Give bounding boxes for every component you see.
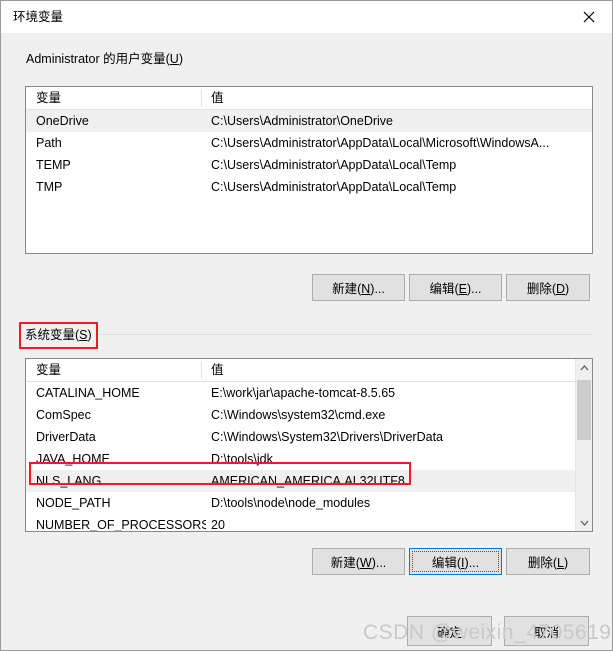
system-new-button-accel: W	[359, 556, 372, 570]
system-new-button-suffix: )...	[371, 556, 387, 570]
user-col-header-variable: 变量	[36, 91, 62, 105]
system-col-divider	[201, 361, 202, 379]
chevron-down-icon[interactable]	[576, 514, 592, 531]
close-icon[interactable]	[566, 1, 612, 32]
environment-variables-dialog: 环境变量 Administrator 的用户变量(U) 变量 值 OneDriv…	[0, 0, 613, 651]
user-variables-list[interactable]: 变量 值 OneDrive C:\Users\Administrator\OneD…	[25, 86, 593, 254]
table-row[interactable]: ComSpec C:\Windows\system32\cmd.exe	[26, 404, 577, 426]
variable-value-cell: E:\work\jar\apache-tomcat-8.5.65	[211, 386, 396, 400]
user-new-button-label: 新建(	[332, 282, 362, 296]
table-row[interactable]: CATALINA_HOME E:\work\jar\apache-tomcat-8…	[26, 382, 577, 404]
user-col-header-value: 值	[211, 91, 224, 105]
variable-name-cell: OneDrive	[36, 114, 89, 128]
system-variables-list[interactable]: 变量 值 CATALINA_HOME E:\work\jar\apache-tom…	[25, 358, 593, 532]
system-new-button-label: 新建(	[330, 556, 360, 570]
user-delete-button-accel: D	[555, 282, 566, 296]
variable-value-cell: C:\Windows\System32\Drivers\DriverData	[211, 430, 443, 444]
system-variables-group-label-text: 系统变量(	[25, 328, 80, 342]
window-title: 环境变量	[13, 10, 64, 24]
variable-value-cell: C:\Users\Administrator\OneDrive	[211, 114, 393, 128]
system-delete-button-label: 删除(	[527, 556, 558, 570]
table-row[interactable]: DriverData C:\Windows\System32\Drivers\Dr…	[26, 426, 577, 448]
system-variables-group-accel: S	[79, 328, 88, 342]
system-edit-button[interactable]: 编辑(I)...	[409, 548, 502, 575]
variable-name-cell: TEMP	[36, 158, 71, 172]
user-edit-button-label: 编辑(	[429, 282, 459, 296]
user-new-button-suffix: )...	[370, 282, 385, 296]
user-delete-button-label: 删除(	[526, 282, 556, 296]
system-variables-rows: CATALINA_HOME E:\work\jar\apache-tomcat-8…	[26, 382, 577, 532]
user-col-divider	[201, 89, 202, 107]
system-delete-button[interactable]: 删除(L)	[506, 548, 590, 575]
table-row[interactable]: TMP C:\Users\Administrator\AppData\Local\…	[26, 176, 592, 198]
user-variables-group-label: Administrator 的用户变量(U)	[23, 51, 186, 67]
watermark: CSDN @weixin_47056195	[363, 621, 613, 644]
chevron-up-icon[interactable]	[576, 359, 592, 376]
system-variables-scrollbar[interactable]	[575, 359, 592, 531]
variable-name-cell: Path	[36, 136, 62, 150]
user-edit-button[interactable]: 编辑(E)...	[409, 274, 502, 301]
table-row[interactable]: Path C:\Users\Administrator\AppData\Local…	[26, 132, 592, 154]
system-new-button[interactable]: 新建(W)...	[312, 548, 405, 575]
title-bar: 环境变量	[1, 1, 612, 33]
variable-value-cell: D:\tools\node\node_modules	[211, 496, 371, 510]
system-delete-button-suffix: )	[563, 556, 569, 570]
user-edit-button-accel: E	[458, 282, 467, 296]
dialog-body: Administrator 的用户变量(U) 变量 值 OneDrive C:\U…	[1, 33, 612, 650]
user-variables-group-label-text: Administrator 的用户变量(	[26, 52, 170, 66]
table-row[interactable]: NUMBER_OF_PROCESSORS 20	[26, 514, 577, 532]
table-row[interactable]: TEMP C:\Users\Administrator\AppData\Local…	[26, 154, 592, 176]
user-edit-button-suffix: )...	[466, 282, 482, 296]
variable-name-cell: ComSpec	[36, 408, 91, 422]
system-group-frame-line	[101, 334, 593, 335]
user-new-button[interactable]: 新建(N)...	[312, 274, 405, 301]
variable-value-cell: AMERICAN_AMERICA.AL32UTF8	[211, 474, 405, 488]
variable-name-cell: NUMBER_OF_PROCESSORS	[36, 518, 206, 532]
variable-name-cell: NLS_LANG	[36, 474, 102, 488]
user-variables-group-accel: U	[169, 52, 179, 66]
system-edit-button-suffix: )...	[464, 556, 480, 570]
variable-value-cell: D:\tools\jdk	[211, 452, 273, 466]
user-delete-button-suffix: )	[565, 282, 570, 296]
variable-name-cell: JAVA_HOME	[36, 452, 110, 466]
system-edit-button-label: 编辑(	[431, 556, 462, 570]
user-variables-rows: OneDrive C:\Users\Administrator\OneDrive P…	[26, 110, 592, 198]
variable-name-cell: NODE_PATH	[36, 496, 111, 510]
variable-name-cell: DriverData	[36, 430, 96, 444]
variable-value-cell: C:\Users\Administrator\AppData\Local\Tem…	[211, 180, 457, 194]
system-variables-group-label: 系统变量(S)	[22, 327, 95, 343]
user-new-button-accel: N	[361, 282, 371, 296]
user-variables-list-header: 变量 值	[26, 87, 592, 110]
table-row[interactable]: NLS_LANG AMERICAN_AMERICA.AL32UTF8	[26, 470, 577, 492]
user-delete-button[interactable]: 删除(D)	[506, 274, 590, 301]
system-delete-button-accel: L	[557, 556, 564, 570]
system-col-header-variable: 变量	[36, 363, 62, 377]
variable-name-cell: TMP	[36, 180, 63, 194]
system-variables-group-label-suffix: )	[87, 328, 92, 342]
variable-value-cell: C:\Users\Administrator\AppData\Local\Tem…	[211, 158, 457, 172]
table-row[interactable]: JAVA_HOME D:\tools\jdk	[26, 448, 577, 470]
system-variables-list-header: 变量 值	[26, 359, 592, 382]
variable-value-cell: 20	[211, 518, 225, 532]
variable-value-cell: C:\Windows\system32\cmd.exe	[211, 408, 386, 422]
scrollbar-thumb[interactable]	[577, 380, 591, 440]
table-row[interactable]: OneDrive C:\Users\Administrator\OneDrive	[26, 110, 592, 132]
variable-value-cell: C:\Users\Administrator\AppData\Local\Mic…	[211, 136, 550, 150]
table-row[interactable]: NODE_PATH D:\tools\node\node_modules	[26, 492, 577, 514]
user-variables-group-label-suffix: )	[178, 52, 183, 66]
system-col-header-value: 值	[211, 363, 224, 377]
variable-name-cell: CATALINA_HOME	[36, 386, 140, 400]
